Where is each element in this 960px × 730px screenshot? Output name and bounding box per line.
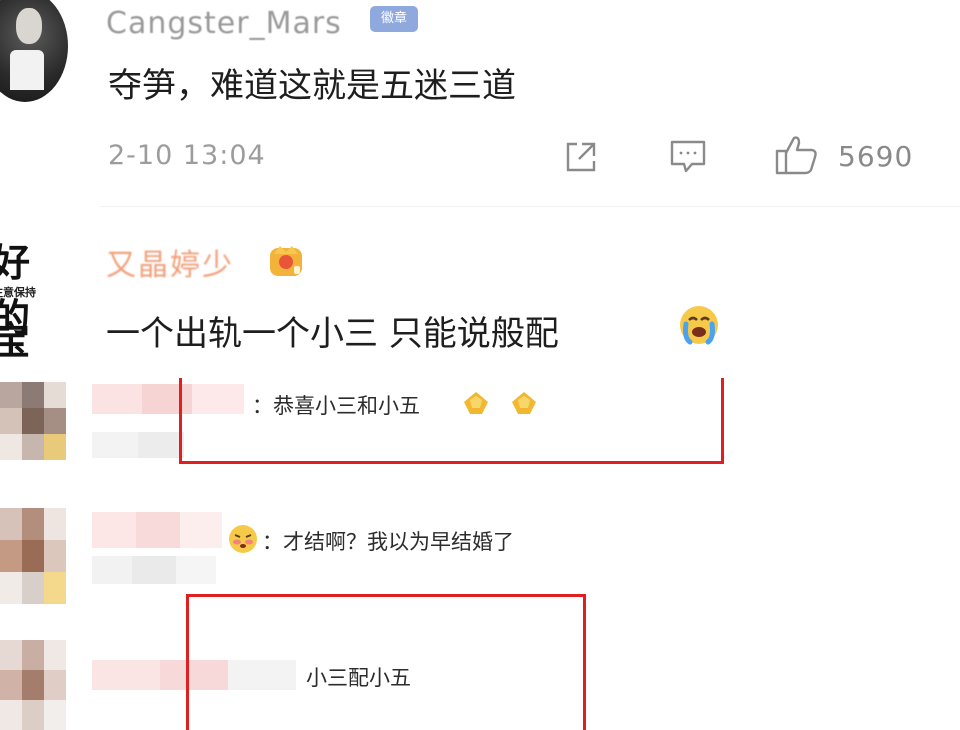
- avatar[interactable]: [0, 640, 66, 730]
- crown-badge-icon: [270, 246, 302, 276]
- username[interactable]: Cangster_Mars: [106, 6, 342, 41]
- highlight-box: [179, 378, 724, 464]
- vip-badge: 徽章: [370, 6, 418, 32]
- username: [92, 432, 184, 458]
- comment-text: 一个出轨一个小三 只能说般配: [106, 314, 559, 354]
- comment-timestamp: 2-10 13:04: [108, 140, 266, 171]
- highlight-box: [186, 594, 586, 730]
- reply-icon[interactable]: [668, 138, 708, 176]
- like-icon[interactable]: [774, 134, 820, 176]
- crying-emoji-icon: [680, 306, 718, 345]
- avatar[interactable]: 好的 注意保持 宝贝: [0, 232, 66, 362]
- username: [92, 556, 216, 584]
- shy-emoji-icon: [229, 525, 257, 553]
- avatar[interactable]: [0, 508, 66, 604]
- avatar[interactable]: [0, 382, 66, 460]
- like-count: 5690: [838, 140, 914, 173]
- reply-text: ：才结啊？我以为早结婚了: [262, 530, 514, 554]
- username[interactable]: [92, 512, 222, 548]
- avatar-text: 注意保持: [0, 286, 36, 299]
- divider: [100, 206, 960, 207]
- share-icon[interactable]: [562, 138, 600, 176]
- avatar[interactable]: [0, 0, 68, 102]
- comment-text: 夺笋，难道这就是五迷三道: [108, 66, 516, 106]
- username[interactable]: 又晶婷少: [106, 240, 234, 284]
- avatar-text: 宝贝: [0, 319, 31, 362]
